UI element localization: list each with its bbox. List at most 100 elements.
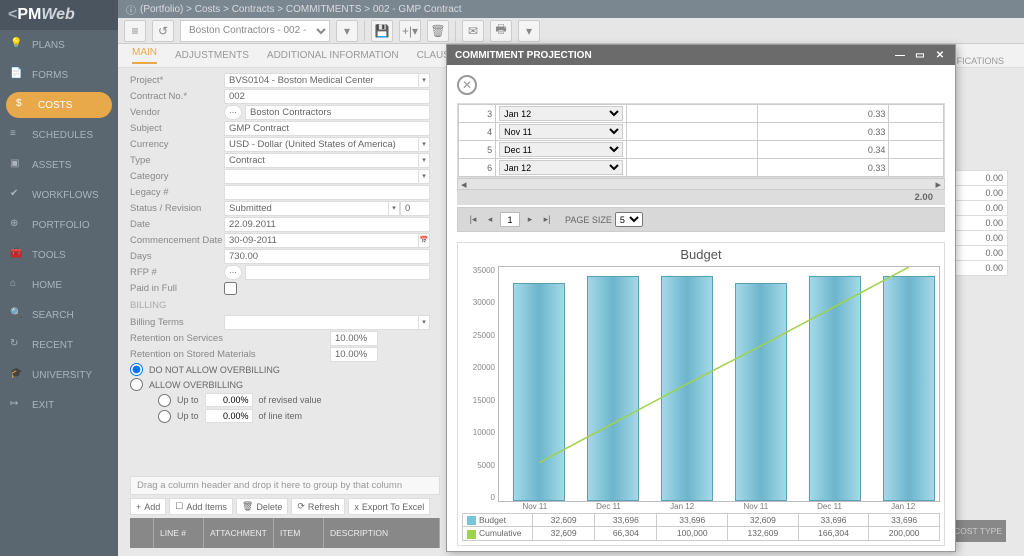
field-value[interactable] [224, 169, 419, 184]
nav-tools[interactable]: 🧰TOOLS [0, 240, 118, 270]
dropdown-icon[interactable]: ▾ [419, 315, 430, 330]
dropdown-button[interactable]: ▾ [336, 20, 358, 42]
nav-recent[interactable]: ↻RECENT [0, 330, 118, 360]
plans-icon: 💡 [10, 38, 24, 52]
field-value[interactable]: Contract [224, 153, 419, 168]
save-button[interactable]: 💾 [371, 20, 393, 42]
close-icon[interactable]: ✕ [933, 50, 947, 61]
grid-delete[interactable]: 🗑 Delete [236, 498, 288, 515]
period-select[interactable]: Jan 12 [499, 106, 623, 121]
field-value[interactable]: USD - Dollar (United States of America) [224, 137, 419, 152]
lookup-button[interactable]: ⋯ [224, 265, 242, 280]
pager-prev[interactable]: ◂ [483, 213, 497, 227]
paid-checkbox[interactable] [224, 282, 237, 295]
costs-icon: $ [16, 98, 30, 112]
sidebar: <PMWeb 💡PLANS📄FORMS$COSTS≡SCHEDULES▣ASSE… [0, 0, 118, 556]
lookup-button[interactable]: ⋯ [224, 105, 242, 120]
search-icon: 🔍 [10, 308, 24, 322]
schedules-icon: ≡ [10, 128, 24, 142]
breadcrumb: ⓘ (Portfolio) > Costs > Contracts > COMM… [118, 0, 1024, 18]
period-select[interactable]: Jan 12 [499, 160, 623, 175]
nav-exit[interactable]: ↦EXIT [0, 390, 118, 420]
tab-main[interactable]: MAIN [132, 47, 157, 64]
maximize-icon[interactable]: ▭ [913, 50, 927, 61]
chart-title: Budget [462, 247, 940, 262]
field-value[interactable]: GMP Contract [224, 121, 430, 136]
tools-icon: 🧰 [10, 248, 24, 262]
grid-add-items[interactable]: ☐ Add Items [169, 498, 233, 515]
modal-close-circle[interactable]: ✕ [457, 75, 477, 95]
nav-costs[interactable]: $COSTS [6, 92, 112, 118]
nav-home[interactable]: ⌂HOME [0, 270, 118, 300]
field-value[interactable] [245, 265, 430, 280]
record-selector[interactable]: Boston Contractors - 002 - GMP Con [180, 20, 330, 42]
nav-assets[interactable]: ▣ASSETS [0, 150, 118, 180]
field-value[interactable]: 002 [224, 89, 430, 104]
toolbar: ≡ ↺ Boston Contractors - 002 - GMP Con ▾… [118, 18, 1024, 44]
right-tab[interactable]: FICATIONS [957, 56, 1004, 66]
scroll-right[interactable]: ▸ [935, 178, 941, 191]
summary-values: 0.000.000.000.000.000.000.00 [952, 170, 1008, 275]
history-icon[interactable]: ↺ [152, 20, 174, 42]
info-icon[interactable]: ⓘ [126, 2, 136, 17]
chart-data-table: Budget32,60933,69633,69632,60933,69633,6… [462, 513, 940, 541]
grid-add[interactable]: + Add [130, 498, 166, 515]
add-button[interactable]: +|▾ [399, 20, 421, 42]
pager-next[interactable]: ▸ [523, 213, 537, 227]
exit-icon: ↦ [10, 398, 24, 412]
print-icon[interactable]: 🖶 [490, 20, 512, 42]
y-axis: 35000300002500020000150001000050000 [462, 266, 498, 502]
period-select[interactable]: Nov 11 [499, 124, 623, 139]
pager-page[interactable] [500, 212, 520, 227]
chart-plot [498, 266, 940, 502]
dropdown-icon[interactable]: ▾ [419, 73, 430, 88]
allow-overbill-radio[interactable] [130, 378, 143, 391]
projection-total: 2.00 [457, 190, 945, 205]
nav-workflows[interactable]: ✔WORKFLOWS [0, 180, 118, 210]
budget-chart: Budget 350003000025000200001500010000500… [457, 242, 945, 546]
no-overbill-radio[interactable] [130, 363, 143, 376]
grid-export[interactable]: x Export To Excel [348, 498, 430, 515]
projection-table: 3Jan 120.334Nov 110.335Dec 110.346Jan 12… [458, 104, 944, 177]
dropdown-icon[interactable]: ▾ [419, 169, 430, 184]
tab-adjustments[interactable]: ADJUSTMENTS [175, 50, 249, 61]
field-value[interactable]: Boston Contractors [245, 105, 430, 120]
mail-icon[interactable]: ✉ [462, 20, 484, 42]
field-value[interactable] [224, 315, 419, 330]
tab-additional[interactable]: ADDITIONAL INFORMATION [267, 50, 399, 61]
portfolio-icon: ⊕ [10, 218, 24, 232]
field-value[interactable]: 30-09-2011 [224, 233, 419, 248]
dropdown-icon[interactable]: ▾ [419, 153, 430, 168]
university-icon: 🎓 [10, 368, 24, 382]
pager-size[interactable]: 5 [615, 212, 643, 227]
nav-plans[interactable]: 💡PLANS [0, 30, 118, 60]
grid-refresh[interactable]: ⟳ Refresh [291, 498, 345, 515]
minimize-icon[interactable]: — [893, 50, 907, 61]
recent-icon: ↻ [10, 338, 24, 352]
scroll-left[interactable]: ◂ [461, 178, 467, 191]
grid-header: LINE # ATTACHMENT ITEM DESCRIPTION [130, 518, 440, 548]
delete-button[interactable]: 🗑 [427, 20, 449, 42]
logo: <PMWeb [0, 0, 118, 30]
menu-icon[interactable]: ≡ [124, 20, 146, 42]
grid: Drag a column header and drop it here to… [130, 476, 440, 548]
dropdown-icon[interactable]: ▾ [419, 137, 430, 152]
forms-icon: 📄 [10, 68, 24, 82]
calendar-icon[interactable]: 📅 [419, 233, 430, 248]
nav-search[interactable]: 🔍SEARCH [0, 300, 118, 330]
pager-last[interactable]: ▸| [540, 213, 554, 227]
nav-schedules[interactable]: ≡SCHEDULES [0, 120, 118, 150]
field-value[interactable] [224, 185, 430, 200]
cost-type-col: COST TYPE [950, 520, 1006, 542]
nav-university[interactable]: 🎓UNIVERSITY [0, 360, 118, 390]
pager: |◂ ◂ ▸ ▸| PAGE SIZE 5 [457, 207, 945, 232]
more-icon[interactable]: ▾ [518, 20, 540, 42]
nav-portfolio[interactable]: ⊕PORTFOLIO [0, 210, 118, 240]
commitment-projection-modal: COMMITMENT PROJECTION — ▭ ✕ ✕ 3Jan 120.3… [446, 44, 956, 552]
modal-header[interactable]: COMMITMENT PROJECTION — ▭ ✕ [447, 45, 955, 65]
grid-group-hint[interactable]: Drag a column header and drop it here to… [130, 476, 440, 495]
nav-forms[interactable]: 📄FORMS [0, 60, 118, 90]
period-select[interactable]: Dec 11 [499, 142, 623, 157]
pager-first[interactable]: |◂ [466, 213, 480, 227]
field-value[interactable]: BVS0104 - Boston Medical Center [224, 73, 419, 88]
